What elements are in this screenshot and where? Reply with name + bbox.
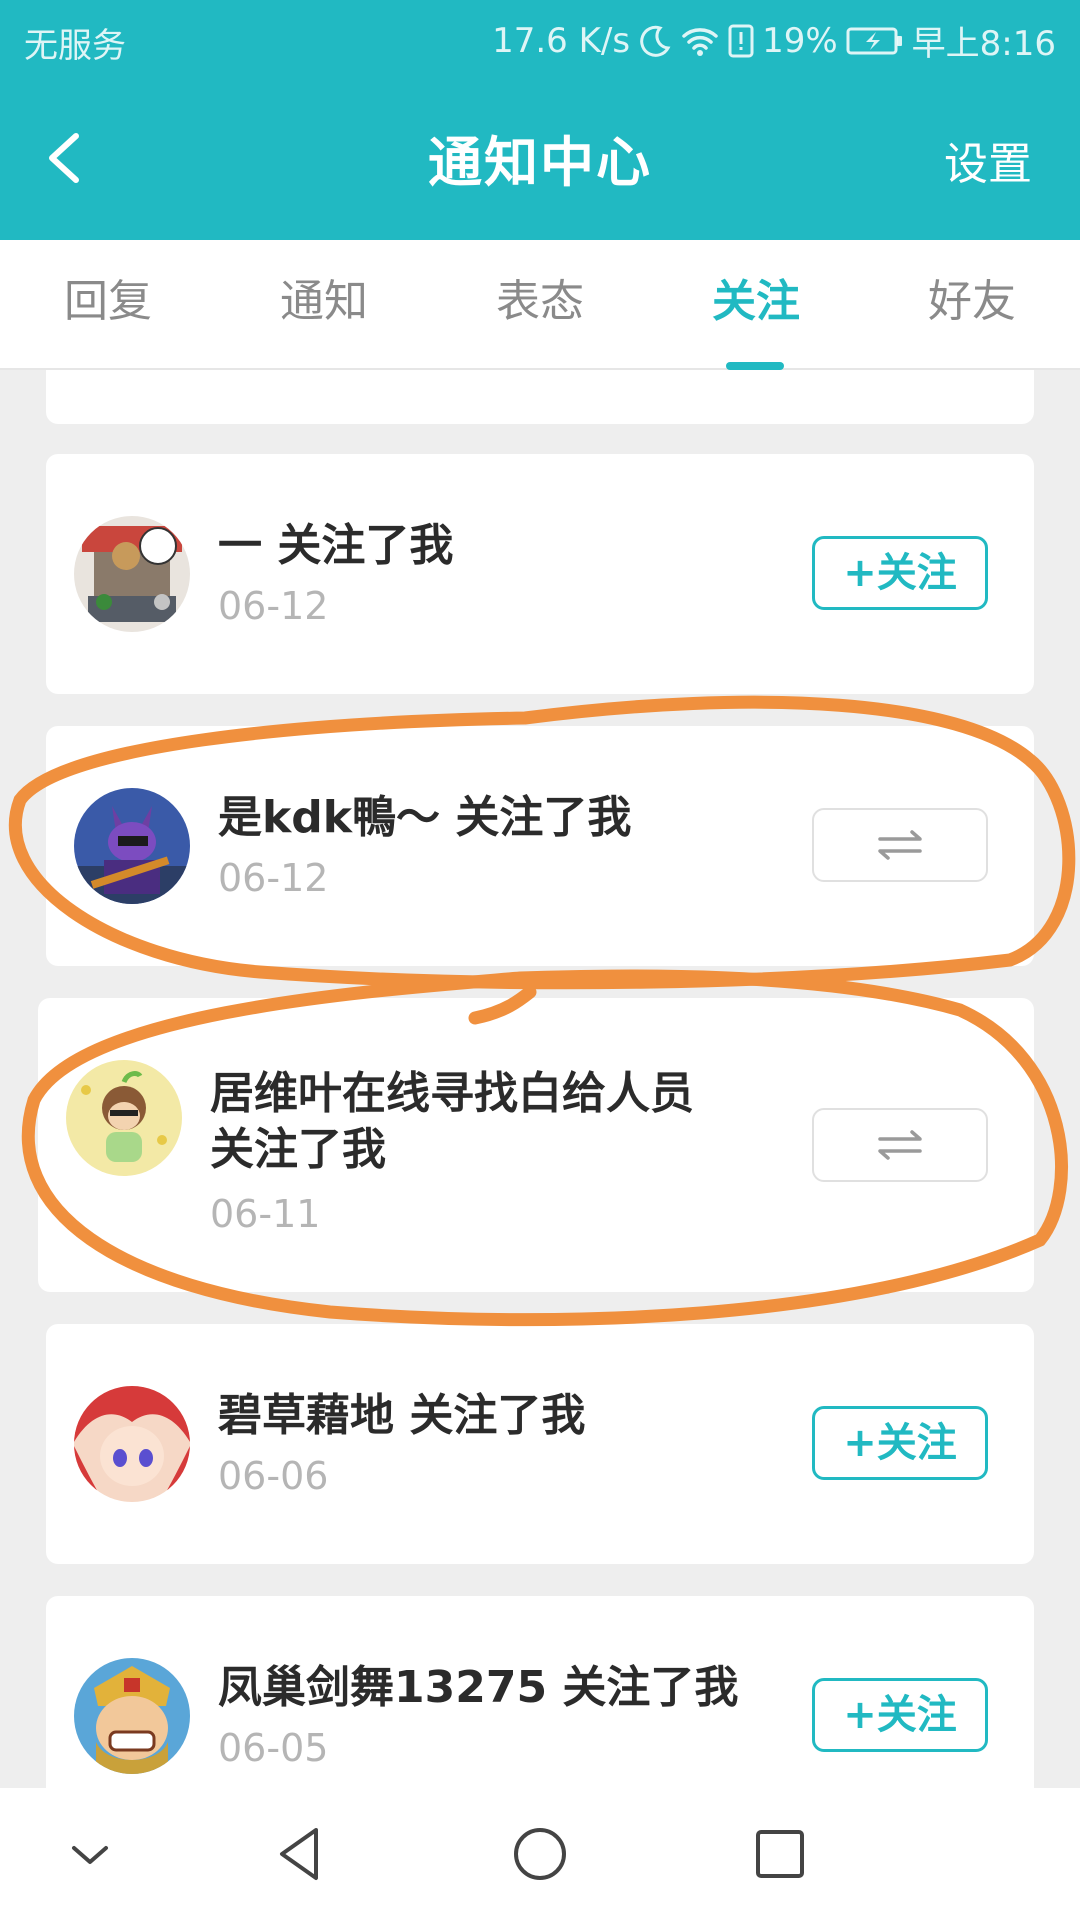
action-text: 关注了我 [455, 792, 632, 843]
battery-percent: 19% [762, 20, 838, 61]
follow-button[interactable]: +关注 [812, 1406, 988, 1480]
list-item-partial [46, 370, 1034, 424]
tab-active-indicator [726, 362, 784, 370]
status-right: 17.6 K/s 19% 早上8:16 [492, 16, 1056, 65]
home-circle-icon[interactable] [504, 1818, 576, 1890]
avatar[interactable] [74, 788, 190, 904]
mutual-follow-button[interactable] [812, 808, 988, 882]
action-text: 关注了我 [277, 520, 454, 571]
tab-reaction[interactable]: 表态 [432, 240, 648, 368]
sim-alert-icon [728, 24, 754, 58]
status-bar: 无服务 17.6 K/s 19% 早上8:16 [0, 0, 1080, 76]
list-item[interactable]: 居维叶在线寻找白给人员 关注了我 06-11 [38, 998, 1034, 1292]
notification-date: 06-11 [210, 1192, 321, 1236]
system-nav-bar [0, 1788, 1080, 1920]
clock-time: 早上8:16 [911, 24, 1056, 64]
notification-date: 06-12 [218, 856, 329, 900]
list-item[interactable]: 凤巢剑舞13275 关注了我 06-05 +关注 [46, 1596, 1034, 1788]
notification-text: 是kdk鴨～ 关注了我 [218, 790, 631, 846]
follow-button[interactable]: +关注 [812, 1678, 988, 1752]
tab-notice[interactable]: 通知 [216, 240, 432, 368]
top-bar: 无服务 17.6 K/s 19% 早上8:16 通知中心 设置 [0, 0, 1080, 240]
mutual-follow-button[interactable] [812, 1108, 988, 1182]
follow-button[interactable]: +关注 [812, 536, 988, 610]
user-name[interactable]: 凤巢剑舞13275 [218, 1662, 547, 1713]
title-bar: 通知中心 设置 [0, 76, 1080, 240]
carrier-text: 无服务 [24, 26, 126, 66]
user-name[interactable]: 碧草藉地 [218, 1390, 394, 1441]
tab-reply[interactable]: 回复 [0, 240, 216, 368]
page-title: 通知中心 [428, 131, 652, 194]
swap-arrows-icon [878, 1130, 922, 1160]
notification-text: 一 关注了我 [218, 518, 453, 574]
avatar[interactable] [66, 1060, 182, 1176]
user-name[interactable]: 一 [218, 520, 262, 571]
settings-button[interactable]: 设置 [944, 128, 1032, 192]
back-triangle-icon[interactable] [264, 1818, 336, 1890]
moon-icon [638, 24, 672, 58]
notification-date: 06-05 [218, 1726, 329, 1770]
list-item[interactable]: 碧草藉地 关注了我 06-06 +关注 [46, 1324, 1034, 1564]
notification-text: 碧草藉地 关注了我 [218, 1388, 585, 1444]
notification-date: 06-06 [218, 1454, 329, 1498]
swap-arrows-icon [878, 830, 922, 860]
user-name[interactable]: 居维叶在线寻找白给人员 [210, 1068, 694, 1119]
avatar[interactable] [74, 1386, 190, 1502]
tab-follow[interactable]: 关注 [648, 240, 864, 368]
list-item[interactable]: 是kdk鴨～ 关注了我 06-12 [46, 726, 1034, 966]
user-name[interactable]: 是kdk鴨～ [218, 792, 440, 843]
avatar[interactable] [74, 516, 190, 632]
tab-friends[interactable]: 好友 [864, 240, 1080, 368]
notification-text: 凤巢剑舞13275 关注了我 [218, 1660, 738, 1716]
avatar[interactable] [74, 1658, 190, 1774]
chevron-down-icon[interactable] [54, 1818, 126, 1890]
notification-list[interactable]: 一 关注了我 06-12 +关注 是kdk鴨～ 关注了我 06-12 居维叶在线… [0, 370, 1080, 1788]
network-speed: 17.6 K/s [492, 20, 631, 61]
notification-date: 06-12 [218, 584, 329, 628]
battery-icon [846, 26, 904, 56]
notification-text: 居维叶在线寻找白给人员 关注了我 [210, 1066, 770, 1178]
tab-bar: 回复 通知 表态 关注 好友 [0, 240, 1080, 370]
recent-square-icon[interactable] [744, 1818, 816, 1890]
list-item[interactable]: 一 关注了我 06-12 +关注 [46, 454, 1034, 694]
action-text: 关注了我 [562, 1662, 739, 1713]
wifi-icon [680, 24, 720, 58]
action-text: 关注了我 [210, 1124, 386, 1175]
action-text: 关注了我 [409, 1390, 586, 1441]
